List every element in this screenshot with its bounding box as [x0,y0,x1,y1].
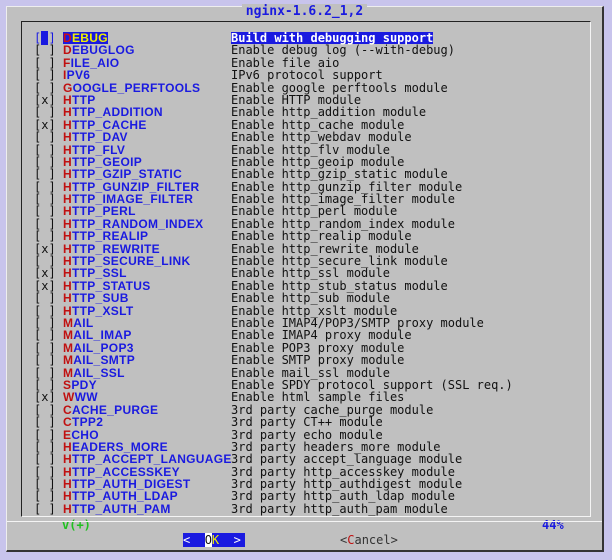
option-row-ipv6[interactable]: [ ] IPV6 IPv6 protocol support [22,68,590,83]
option-row-ctpp2[interactable]: [ ] CTPP2 3rd party CT++ module [22,415,590,430]
option-name: MAIL_IMAP [63,328,132,343]
options-dialog: nginx-1.6.2_1,2 [ ] DEBUG Build with debug… [6,4,604,552]
option-name: HTTP_AUTH_LDAP [63,489,178,504]
option-description: 3rd party accept_language module [231,452,463,467]
option-row-http-gzip-static[interactable]: [ ] HTTP_GZIP_STATIC Enable http_gzip_stat… [22,167,590,182]
option-description: 3rd party CT++ module [231,415,383,430]
option-row-www[interactable]: [x] WWW Enable html sample files [22,390,590,405]
option-description: Enable http_ssl module [231,266,390,281]
option-description: Enable html sample files [231,390,405,405]
option-name: HTTP_REALIP [63,229,149,244]
option-row-http-ssl[interactable]: [x] HTTP_SSL Enable http_ssl module [22,266,590,281]
option-name: HTTP_SSL [63,266,127,281]
ok-button[interactable]: < OK > [183,533,245,547]
cancel-button[interactable]: <Cancel> [340,533,398,547]
cancel-label: Cancel [347,533,391,547]
ok-label: OK [204,533,220,547]
option-name: HTTP_ADDITION [63,105,163,120]
option-row-http-dav[interactable]: [ ] HTTP_DAV Enable http_webdav module [22,130,590,145]
option-description: Enable http_realip module [231,229,412,244]
option-description: Enable http_webdav module [231,130,412,145]
option-name: HTTP_ACCEPT_LANGUAGE [63,452,232,467]
option-name: HTTP_GZIP_STATIC [63,167,183,182]
option-description: 3rd party http_auth_pam module [231,501,448,516]
option-name: WWW [63,390,98,405]
options-rows: [ ] DEBUG Build with debugging support[ ] D… [22,31,590,516]
option-row-mail-imap[interactable]: [ ] MAIL_IMAP Enable IMAP4 proxy module [22,328,590,343]
option-row-http-auth-pam[interactable]: [ ] HTTP_AUTH_PAM 3rd party http_auth_pam … [22,501,590,516]
option-name: HTTP_AUTH_PAM [63,501,171,516]
option-row-http-sub[interactable]: [ ] HTTP_SUB Enable http_sub module [22,291,590,306]
option-name: HTTP_DAV [63,130,128,145]
options-list[interactable]: [ ] DEBUG Build with debugging support[ ] D… [21,21,591,532]
option-name: CTPP2 [63,415,104,430]
option-description: 3rd party http_auth_ldap module [231,489,455,504]
option-description: Enable http_sub module [231,291,390,306]
option-name: HTTP_PERL [63,204,136,219]
option-name: IPV6 [63,68,91,83]
dialog-title: nginx-1.6.2_1,2 [7,4,602,19]
option-description: Enable http_addition module [231,105,427,120]
button-separator [7,521,602,522]
option-description: IPv6 protocol support [231,68,383,83]
option-row-http-auth-ldap[interactable]: [ ] HTTP_AUTH_LDAP 3rd party http_auth_lda… [22,489,590,504]
option-description: Enable SMTP proxy module [231,353,405,368]
option-row-http-accept-language[interactable]: [ ] HTTP_ACCEPT_LANGUAGE 3rd party accept_… [22,452,590,467]
option-name: MAIL_SMTP [63,353,136,368]
option-row-mail-smtp[interactable]: [ ] MAIL_SMTP Enable SMTP proxy module [22,353,590,368]
option-name: HTTP_SUB [63,291,129,306]
option-description: Enable http_gzip_static module [231,167,448,182]
option-checkbox[interactable]: [ ] [34,502,58,515]
option-row-debuglog[interactable]: [ ] DEBUGLOG Enable debug log (--with-debu… [22,43,590,58]
option-description: Enable http_perl module [231,204,398,219]
option-row-http-addition[interactable]: [ ] HTTP_ADDITION Enable http_addition mod… [22,105,590,120]
option-row-http-realip[interactable]: [ ] HTTP_REALIP Enable http_realip module [22,229,590,244]
option-description: Enable debug log (--with-debug) [231,43,455,58]
option-description: Enable IMAP4 proxy module [231,328,412,343]
option-name: DEBUGLOG [63,43,135,58]
option-row-http-perl[interactable]: [ ] HTTP_PERL Enable http_perl module [22,204,590,219]
